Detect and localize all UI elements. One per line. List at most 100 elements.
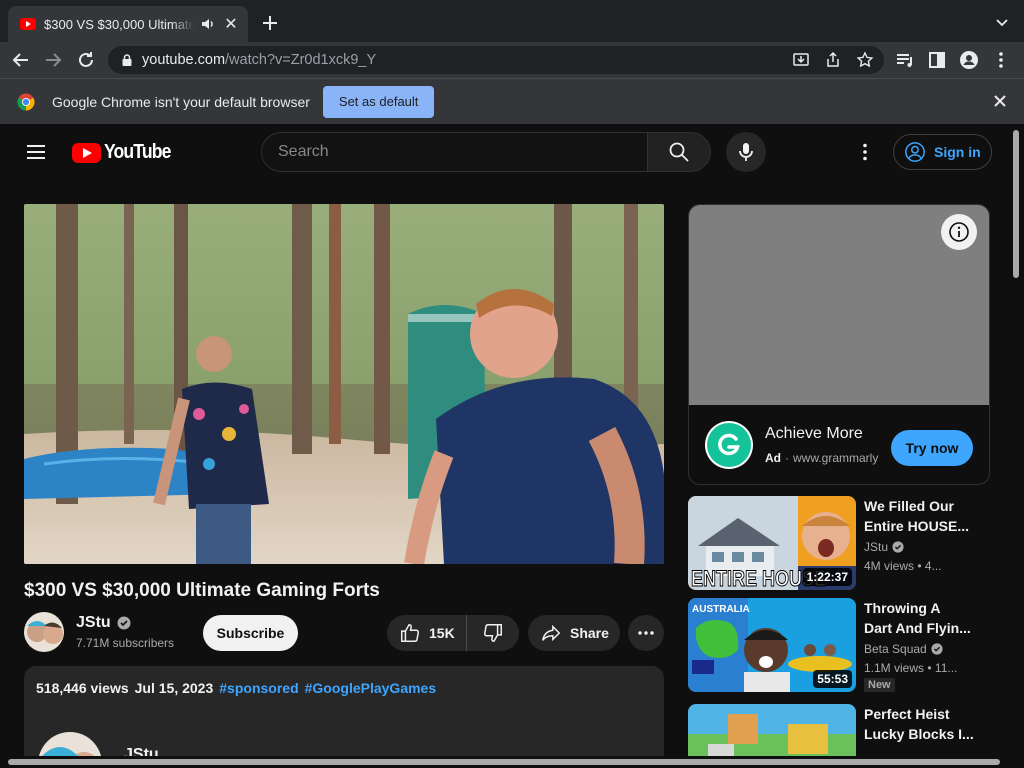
hashtag-link[interactable]: #GooglePlayGames <box>305 680 437 696</box>
recommended-video[interactable]: ENTIRE HOUSE 1:22:37 We Filled Our Entir… <box>688 496 990 590</box>
description-meta: 518,446 views Jul 15, 2023 #sponsored #G… <box>36 680 652 696</box>
masthead: YouTube Sign in <box>0 124 1008 180</box>
verified-check-icon <box>931 643 943 655</box>
back-arrow-icon[interactable] <box>10 49 32 71</box>
upload-age: 11... <box>934 661 958 675</box>
title-line: Perfect Heist <box>864 706 950 722</box>
sign-in-button[interactable]: Sign in <box>893 134 992 170</box>
vertical-scrollbar[interactable] <box>1008 124 1024 756</box>
horizontal-dots-icon <box>638 631 654 635</box>
close-icon[interactable] <box>992 93 1008 109</box>
search-input[interactable] <box>278 143 647 161</box>
description-channel-name[interactable]: JStu <box>124 746 159 756</box>
sign-in-label: Sign in <box>934 144 981 160</box>
video-thumbnail[interactable]: AUSTRALIA 55:53 <box>688 598 856 692</box>
new-badge: New <box>864 678 895 692</box>
recommended-video[interactable]: Perfect Heist Lucky Blocks I... <box>688 704 990 756</box>
profile-icon[interactable] <box>958 49 980 71</box>
browser-toolbar: youtube.com/watch?v=Zr0d1xck9_Y <box>0 42 1024 78</box>
more-actions-button[interactable] <box>628 615 664 651</box>
share-page-icon[interactable] <box>824 51 842 69</box>
browser-menu-icon[interactable] <box>990 49 1012 71</box>
channel-name[interactable]: Beta Squad <box>864 642 943 656</box>
tab-strip: $300 VS $30,000 Ultimate Gaming Forts - … <box>0 0 1024 42</box>
like-button[interactable]: 15K <box>387 615 467 651</box>
subscribe-button[interactable]: Subscribe <box>203 615 298 651</box>
horizontal-scrollbar[interactable] <box>0 756 1024 768</box>
thumbs-up-icon <box>401 624 419 642</box>
search-icon <box>669 142 689 162</box>
forward-arrow-icon[interactable] <box>42 49 64 71</box>
try-now-button[interactable]: Try now <box>891 430 973 466</box>
vertical-dots-icon <box>863 143 867 161</box>
video-stats: 4M views • 4... <box>864 559 942 573</box>
tab-title: $300 VS $30,000 Ultimate Gaming Forts - … <box>44 16 194 32</box>
lock-icon[interactable] <box>120 53 134 67</box>
view-count: 518,446 views <box>36 680 129 696</box>
ad-card[interactable]: Achieve More Ad · www.grammarly Try now <box>688 204 990 485</box>
scrollbar-thumb[interactable] <box>8 759 1000 765</box>
bookmark-star-icon[interactable] <box>856 51 874 69</box>
like-count: 15K <box>429 625 455 641</box>
video-thumbnail[interactable]: ENTIRE HOUSE 1:22:37 <box>688 496 856 590</box>
set-as-default-button[interactable]: Set as default <box>322 85 435 118</box>
video-thumbnail[interactable] <box>688 704 856 756</box>
video-title[interactable]: Throwing A Dart And Flyin... <box>864 598 984 638</box>
ad-media[interactable] <box>689 205 989 405</box>
scrollbar-thumb[interactable] <box>1013 130 1019 278</box>
grammarly-logo-icon <box>705 421 753 469</box>
share-button[interactable]: Share <box>528 615 620 651</box>
hamburger-menu-icon[interactable] <box>24 140 48 164</box>
chevron-down-icon[interactable] <box>994 14 1010 30</box>
recommended-video[interactable]: AUSTRALIA 55:53 Throwing A Dart And Flyi… <box>688 598 990 692</box>
logo-text: YouTube <box>104 141 171 163</box>
voice-search-button[interactable] <box>726 132 766 172</box>
view-count: 1.1M views <box>864 661 925 675</box>
dislike-button[interactable] <box>467 615 519 651</box>
verified-check-icon <box>117 616 131 630</box>
media-controls-icon[interactable] <box>894 49 916 71</box>
video-player[interactable] <box>24 204 664 564</box>
video-description[interactable]: 518,446 views Jul 15, 2023 #sponsored #G… <box>24 666 664 756</box>
video-title: $300 VS $30,000 Ultimate Gaming Forts <box>24 580 380 601</box>
thumbnail-image <box>688 704 856 756</box>
title-line: Lucky Blocks I... <box>864 726 974 742</box>
thumbs-down-icon <box>484 624 502 642</box>
url-host: youtube.com <box>142 52 226 68</box>
new-tab-plus-icon[interactable] <box>259 12 281 34</box>
video-title[interactable]: We Filled Our Entire HOUSE... <box>864 496 984 536</box>
channel-name[interactable]: JStu <box>864 540 904 554</box>
tab-close-icon[interactable]: ✕ <box>222 15 240 33</box>
title-line: Throwing A <box>864 600 941 616</box>
channel-avatar[interactable] <box>24 612 64 652</box>
ad-domain: www.grammarly <box>793 451 879 465</box>
address-bar[interactable]: youtube.com/watch?v=Zr0d1xck9_Y <box>108 46 884 74</box>
avatar-image <box>38 732 102 756</box>
ad-info-button[interactable] <box>941 214 977 250</box>
infobar-message: Google Chrome isn't your default browser <box>52 93 310 110</box>
youtube-logo[interactable]: YouTube <box>72 141 180 164</box>
upload-age: 4... <box>924 559 942 573</box>
settings-more-button[interactable] <box>853 140 877 164</box>
video-title[interactable]: Perfect Heist Lucky Blocks I... <box>864 704 984 744</box>
share-arrow-icon <box>542 624 561 642</box>
install-app-icon[interactable] <box>792 51 810 69</box>
microphone-icon <box>739 143 753 161</box>
title-line: Entire HOUSE... <box>864 518 970 534</box>
view-count: 4M views <box>864 559 915 573</box>
speaker-icon[interactable] <box>200 16 216 32</box>
url-path: /watch?v=Zr0d1xck9_Y <box>225 52 377 68</box>
browser-tab[interactable]: $300 VS $30,000 Ultimate Gaming Forts - … <box>8 6 248 42</box>
channel-name-text: Beta Squad <box>864 642 927 656</box>
channel-name[interactable]: JStu <box>76 614 131 632</box>
hashtag-link[interactable]: #sponsored <box>219 680 298 696</box>
reload-icon[interactable] <box>75 49 97 71</box>
verified-check-icon <box>892 541 904 553</box>
description-channel-avatar[interactable] <box>38 732 102 756</box>
ad-source: Ad · www.grammarly <box>765 451 879 465</box>
youtube-play-logo-icon <box>72 142 101 163</box>
youtube-watch-page: YouTube Sign in <box>0 124 1008 756</box>
search-button[interactable] <box>647 132 711 172</box>
channel-name-text: JStu <box>76 614 111 631</box>
side-panel-icon[interactable] <box>926 49 948 71</box>
